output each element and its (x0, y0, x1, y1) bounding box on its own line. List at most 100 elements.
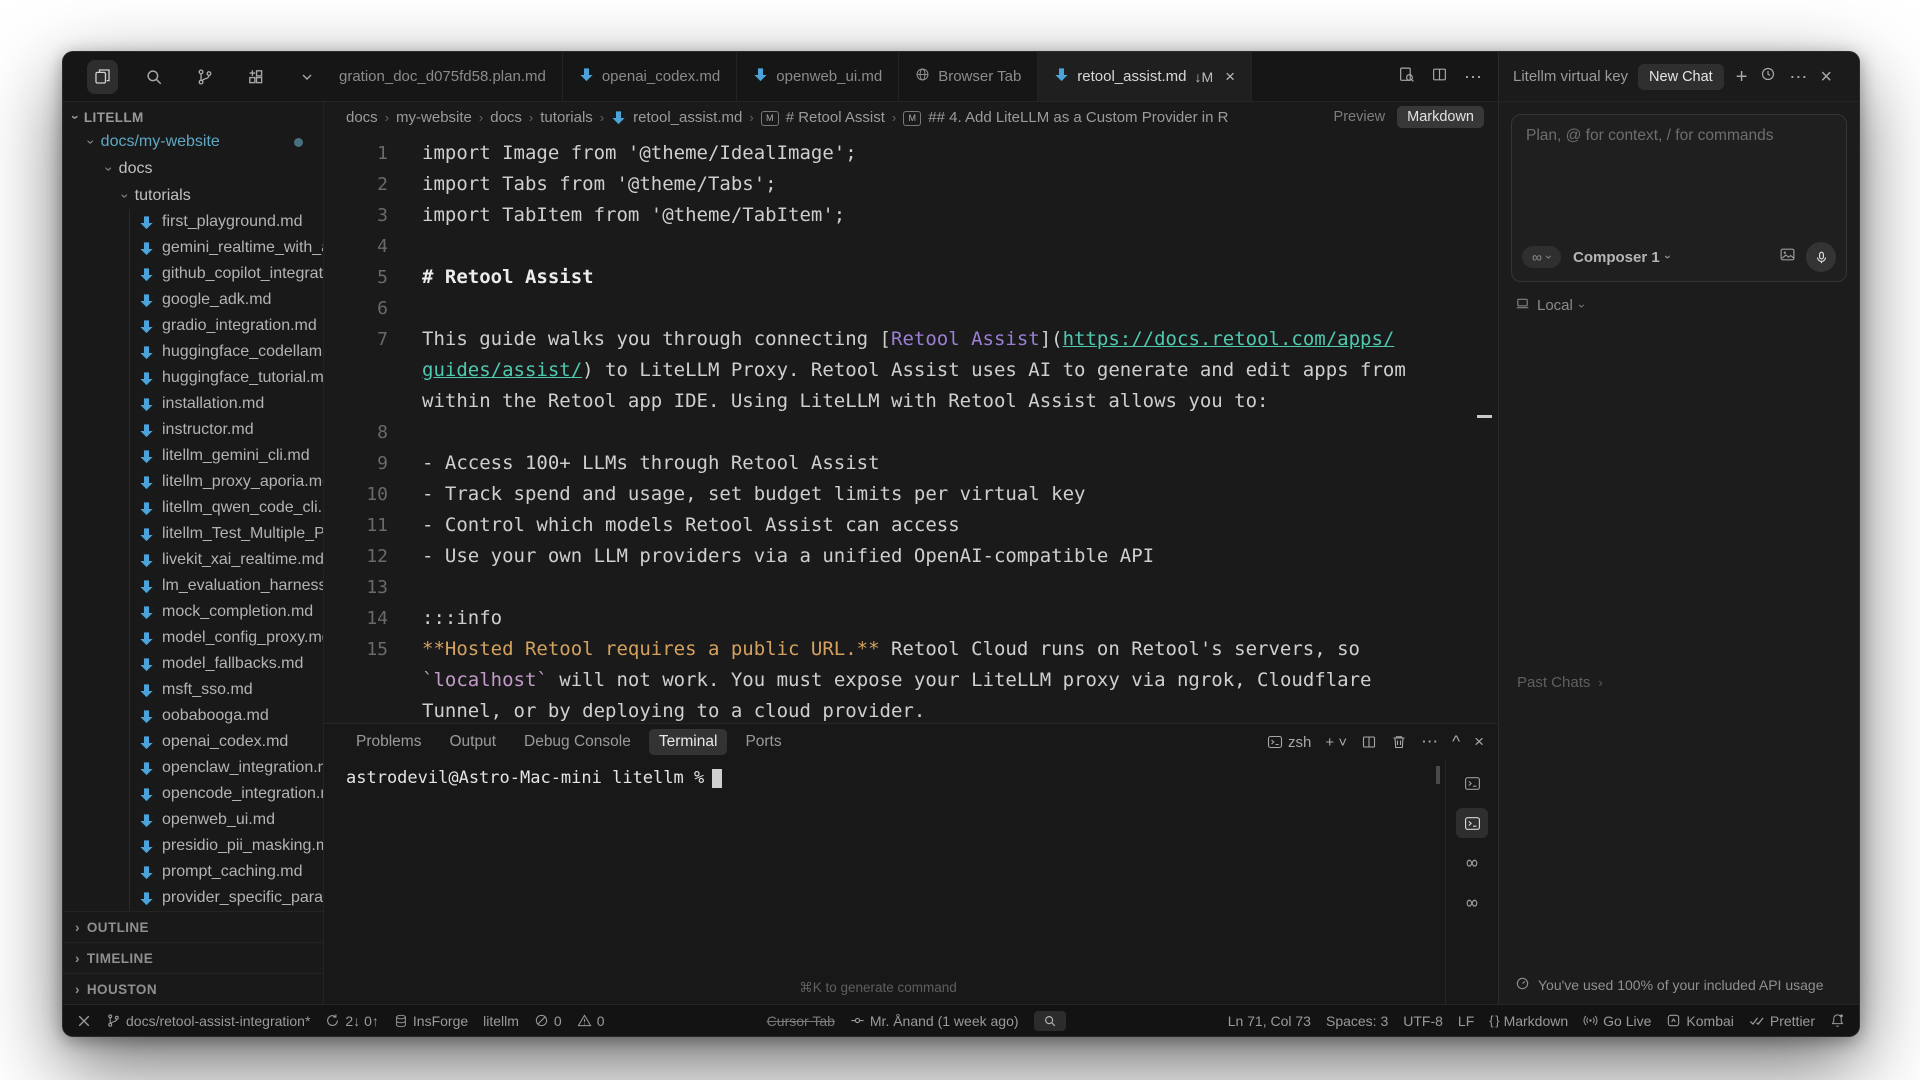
local-selector[interactable]: Local › (1511, 282, 1847, 315)
file-list-item[interactable]: litellm_gemini_cli.md (63, 443, 323, 469)
breadcrumb-item[interactable]: my-website (396, 109, 472, 126)
file-list-item[interactable]: github_copilot_integrati... (63, 261, 323, 287)
terminal-scrollbar[interactable] (1436, 766, 1440, 784)
file-list-item[interactable]: gradio_integration.md (63, 313, 323, 339)
files-copy-icon[interactable] (87, 60, 118, 94)
status-item-remote[interactable] (77, 1014, 91, 1028)
history-icon[interactable] (1760, 66, 1776, 87)
sidebar-section-outline[interactable]: ›OUTLINE (63, 912, 323, 942)
editor-tab[interactable]: retool_assist.md↓M× (1038, 52, 1252, 101)
markdown-button[interactable]: Markdown (1397, 106, 1484, 128)
breadcrumb-item[interactable]: docs (346, 109, 378, 126)
file-list-item[interactable]: litellm_Test_Multiple_Pr... (63, 521, 323, 547)
breadcrumb-item[interactable]: # Retool Assist (786, 109, 885, 126)
composer-selector[interactable]: Composer 1 › (1573, 249, 1670, 266)
file-list-item[interactable]: huggingface_tutorial.md (63, 365, 323, 391)
file-list-item[interactable]: openai_codex.md (63, 729, 323, 755)
past-chats-toggle[interactable]: Past Chats › (1517, 674, 1603, 691)
file-list-item[interactable]: msft_sso.md (63, 677, 323, 703)
sidebar-section-houston[interactable]: ›HOUSTON (63, 973, 323, 1004)
file-list-item[interactable]: instructor.md (63, 417, 323, 443)
file-list-item[interactable]: openweb_ui.md (63, 807, 323, 833)
status-item-docs-retool-assist-integration-[interactable]: docs/retool-assist-integration* (106, 1013, 310, 1029)
file-list-item[interactable]: lm_evaluation_harness.... (63, 573, 323, 599)
status-item-magnifier[interactable] (1034, 1011, 1066, 1031)
panel-tab-problems[interactable]: Problems (346, 729, 431, 755)
more-actions-icon[interactable]: ⋯ (1464, 68, 1482, 86)
tree-folder-docs[interactable]: › docs (63, 156, 323, 183)
microphone-button[interactable] (1806, 242, 1836, 272)
code-editor[interactable]: 1import Image from '@theme/IdealImage';2… (324, 132, 1498, 723)
terminal-body[interactable]: astrodevil@Astro-Mac-mini litellm % ⌘K t… (324, 760, 1498, 1004)
agent-session-icon[interactable]: ∞ (1456, 888, 1488, 918)
panel-tab-output[interactable]: Output (439, 729, 506, 755)
panel-tab-terminal[interactable]: Terminal (649, 729, 728, 755)
close-panel-icon[interactable]: × (1820, 67, 1832, 87)
attach-image-icon[interactable] (1779, 246, 1796, 268)
sidebar-section-timeline[interactable]: ›TIMELINE (63, 942, 323, 973)
close-icon[interactable]: × (1225, 67, 1235, 87)
editor-tab[interactable]: openweb_ui.md (737, 52, 899, 101)
new-chat-button[interactable]: New Chat (1638, 64, 1724, 90)
git-branch-icon[interactable] (189, 60, 220, 94)
extensions-icon[interactable] (241, 60, 272, 94)
status-item-mr-nand-1-week-ago-[interactable]: Mr. Ånand (1 week ago) (850, 1013, 1019, 1029)
search-icon[interactable] (138, 60, 169, 94)
more-icon[interactable]: ⋯ (1421, 732, 1438, 752)
file-list-item[interactable]: oobabooga.md (63, 703, 323, 729)
status-item-prettier[interactable]: Prettier (1749, 1013, 1815, 1029)
editor-tab[interactable]: Browser Tab (899, 52, 1038, 101)
file-list-item[interactable]: first_playground.md (63, 209, 323, 235)
status-item-spaces-3[interactable]: Spaces: 3 (1326, 1013, 1388, 1029)
file-list-item[interactable]: openclaw_integration.md (63, 755, 323, 781)
status-item-kombai[interactable]: Kombai (1666, 1013, 1733, 1029)
status-item-cursor-tab[interactable]: Cursor Tab (767, 1013, 835, 1029)
preview-button[interactable]: Preview (1334, 109, 1386, 125)
status-item-0[interactable]: 0 (577, 1013, 605, 1029)
file-list-item[interactable]: model_fallbacks.md (63, 651, 323, 677)
file-list-item[interactable]: litellm_proxy_aporia.md (63, 469, 323, 495)
file-list-item[interactable]: opencode_integration.md (63, 781, 323, 807)
new-terminal-icon[interactable]: + ˅ (1325, 734, 1347, 751)
chat-tab-inactive[interactable]: Litellm virtual key (1513, 68, 1628, 85)
status-item-markdown[interactable]: { }Markdown (1489, 1013, 1568, 1029)
file-list-item[interactable]: model_config_proxy.md (63, 625, 323, 651)
breadcrumb-item[interactable]: retool_assist.md (633, 109, 742, 126)
explorer-section-header[interactable]: › LITELLM (63, 102, 323, 129)
editor-tab[interactable]: gration_doc_d075fd58.plan.md (323, 52, 563, 101)
breadcrumb-item[interactable]: tutorials (540, 109, 593, 126)
add-chat-icon[interactable]: + (1736, 67, 1748, 87)
status-item-lf[interactable]: LF (1458, 1013, 1474, 1029)
breadcrumb-item[interactable]: docs (490, 109, 522, 126)
file-list-item[interactable]: presidio_pii_masking.md (63, 833, 323, 859)
kill-terminal-icon[interactable] (1391, 734, 1407, 750)
file-list-item[interactable]: livekit_xai_realtime.md (63, 547, 323, 573)
chevron-down-icon[interactable] (292, 60, 323, 94)
status-item-utf-8[interactable]: UTF-8 (1403, 1013, 1443, 1029)
file-list-item[interactable]: prompt_caching.md (63, 859, 323, 885)
file-list-item[interactable]: gemini_realtime_with_a... (63, 235, 323, 261)
status-item-0[interactable]: 0 (534, 1013, 562, 1029)
file-list-item[interactable]: provider_specific_para... (63, 885, 323, 911)
file-list-item[interactable]: google_adk.md (63, 287, 323, 313)
panel-tab-debug-console[interactable]: Debug Console (514, 729, 641, 755)
maximize-panel-icon[interactable]: ^ (1452, 732, 1460, 752)
open-preview-icon[interactable] (1398, 66, 1415, 88)
status-item-2-0-[interactable]: 2↓ 0↑ (325, 1013, 378, 1029)
editor-tab[interactable]: openai_codex.md (563, 52, 737, 101)
chat-input[interactable]: Plan, @ for context, / for commands (1512, 115, 1846, 157)
status-item-ln-71-col-73[interactable]: Ln 71, Col 73 (1228, 1013, 1311, 1029)
file-list-item[interactable]: huggingface_codellama... (63, 339, 323, 365)
split-terminal-icon[interactable] (1361, 734, 1377, 750)
panel-tab-ports[interactable]: Ports (735, 729, 791, 755)
file-list-item[interactable]: litellm_qwen_code_cli.md (63, 495, 323, 521)
file-list-item[interactable]: installation.md (63, 391, 323, 417)
mode-selector[interactable]: ∞ › (1522, 246, 1561, 268)
status-item-insforge[interactable]: InsForge (394, 1013, 468, 1029)
more-icon[interactable]: ⋯ (1789, 68, 1807, 86)
terminal-icon[interactable]: zsh (1267, 734, 1311, 751)
status-item-bell[interactable] (1830, 1013, 1845, 1028)
terminal-session-icon[interactable] (1456, 808, 1488, 838)
agent-session-icon[interactable]: ∞ (1456, 848, 1488, 878)
status-item-go-live[interactable]: Go Live (1583, 1013, 1651, 1029)
